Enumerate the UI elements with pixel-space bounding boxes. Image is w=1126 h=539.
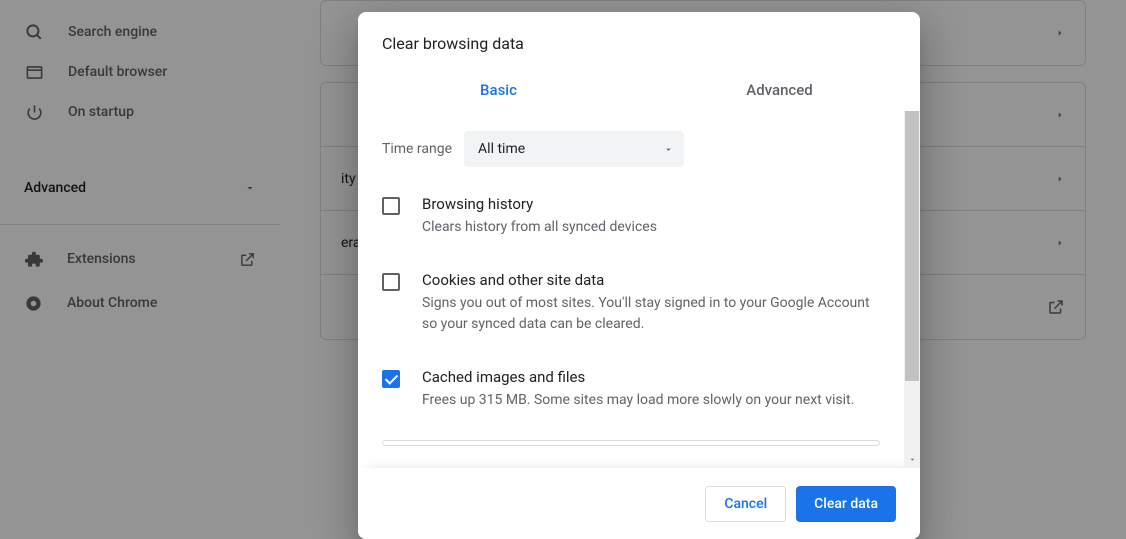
dialog-tabs: Basic Advanced xyxy=(358,69,920,111)
check-item-browsing-history[interactable]: Browsing history Clears history from all… xyxy=(382,181,880,257)
check-item-title: Cached images and files xyxy=(422,368,854,386)
check-item-desc: Frees up 315 MB. Some sites may load mor… xyxy=(422,390,854,412)
tab-basic[interactable]: Basic xyxy=(358,69,639,111)
checkbox-browsing-history[interactable] xyxy=(382,197,400,215)
time-range-select[interactable]: All time xyxy=(464,131,684,167)
checkbox-cookies[interactable] xyxy=(382,273,400,291)
scrollbar-thumb[interactable] xyxy=(905,111,919,381)
dialog-scroll-content: Time range All time Browsing history Cle… xyxy=(358,111,904,468)
content-cutoff-box xyxy=(382,440,880,446)
check-item-desc: Clears history from all synced devices xyxy=(422,217,657,239)
time-range-row: Time range All time xyxy=(382,123,880,181)
checkbox-cache[interactable] xyxy=(382,370,400,388)
dialog-title: Clear browsing data xyxy=(358,12,920,69)
scrollbar[interactable] xyxy=(904,111,920,468)
check-item-cookies[interactable]: Cookies and other site data Signs you ou… xyxy=(382,257,880,354)
clear-browsing-data-dialog: Clear browsing data Basic Advanced Time … xyxy=(358,12,920,539)
cancel-button[interactable]: Cancel xyxy=(705,486,786,522)
check-item-title: Cookies and other site data xyxy=(422,271,880,289)
dialog-footer: Cancel Clear data xyxy=(358,468,920,539)
clear-data-button[interactable]: Clear data xyxy=(796,486,896,522)
check-item-cache[interactable]: Cached images and files Frees up 315 MB.… xyxy=(382,354,880,430)
scrollbar-down-icon[interactable] xyxy=(904,452,920,468)
time-range-label: Time range xyxy=(382,141,452,157)
time-range-value: All time xyxy=(478,141,525,157)
tab-advanced[interactable]: Advanced xyxy=(639,69,920,111)
dropdown-caret-icon xyxy=(663,144,674,155)
check-item-desc: Signs you out of most sites. You'll stay… xyxy=(422,293,880,336)
check-item-title: Browsing history xyxy=(422,195,657,213)
